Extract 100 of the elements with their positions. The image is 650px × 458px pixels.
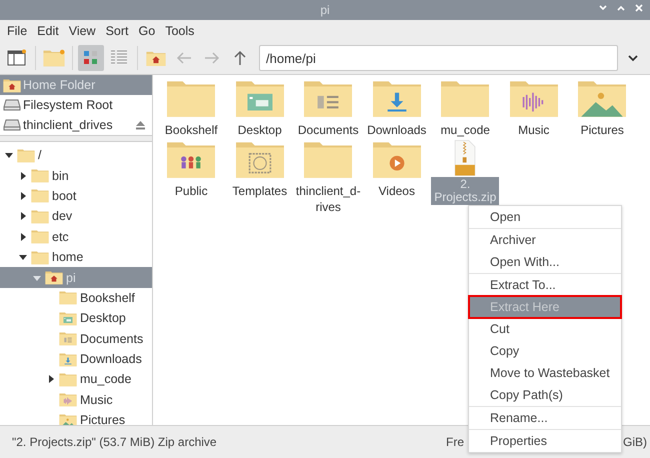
folder-icon bbox=[31, 188, 49, 204]
menu-item[interactable]: Cut bbox=[469, 318, 621, 340]
folder-icon bbox=[59, 310, 77, 326]
drive-icon bbox=[3, 98, 21, 112]
place-item[interactable]: Filesystem Root bbox=[0, 95, 152, 115]
new-folder-icon bbox=[43, 49, 65, 67]
tree-label: Desktop bbox=[80, 311, 126, 326]
menu-item[interactable]: Sort bbox=[100, 24, 134, 38]
menu-item[interactable]: File bbox=[2, 24, 32, 38]
tree-label: etc bbox=[52, 230, 69, 244]
tree-label: Pictures bbox=[80, 413, 126, 425]
tree-item[interactable]: boot bbox=[0, 186, 152, 206]
file-name[interactable]: Templates bbox=[226, 182, 294, 200]
close-icon[interactable] bbox=[634, 3, 644, 13]
tree-label: pi bbox=[66, 270, 76, 285]
menu-item[interactable]: Move to Wastebasket bbox=[469, 362, 621, 384]
collapsed-arrow-icon[interactable] bbox=[46, 374, 56, 384]
tree-item[interactable]: Bookshelf bbox=[0, 288, 152, 308]
status-text: Fre bbox=[446, 435, 464, 449]
menu-item[interactable]: Open With... bbox=[469, 251, 621, 273]
forward-arrow-icon bbox=[203, 51, 221, 65]
folder-icon bbox=[59, 331, 77, 346]
file-name[interactable]: thinclient_d-rives bbox=[294, 182, 362, 216]
place-label: Home Folder bbox=[23, 78, 96, 92]
menu-item[interactable]: Tools bbox=[160, 24, 200, 38]
back-arrow-icon bbox=[175, 51, 193, 65]
file-name[interactable]: Pictures bbox=[568, 121, 636, 139]
file-name[interactable]: Documents bbox=[294, 121, 362, 139]
icon-grid-icon bbox=[82, 49, 100, 67]
tree-item[interactable]: bin bbox=[0, 165, 152, 186]
collapsed-arrow-icon[interactable] bbox=[18, 170, 28, 181]
tree-item[interactable]: home bbox=[0, 246, 152, 268]
menu-item[interactable]: Rename... bbox=[469, 407, 621, 429]
folder-icon bbox=[31, 168, 49, 184]
eject-icon[interactable] bbox=[135, 120, 146, 130]
place-label: Filesystem Root bbox=[23, 98, 113, 112]
tree-item[interactable]: Desktop bbox=[0, 308, 152, 329]
home-folder-icon bbox=[146, 50, 166, 66]
tree-item[interactable]: mu_code bbox=[0, 369, 152, 390]
menu-item[interactable]: Edit bbox=[32, 24, 64, 38]
file-name[interactable]: Downloads bbox=[362, 121, 431, 139]
folder-icon bbox=[31, 229, 49, 244]
tree-item[interactable]: Music bbox=[0, 390, 152, 410]
tree-label: boot bbox=[52, 188, 76, 203]
tree-label: mu_code bbox=[80, 372, 132, 386]
menu-item[interactable]: Open bbox=[469, 206, 621, 228]
menu-item[interactable]: Extract To... bbox=[469, 274, 621, 296]
folder-icon bbox=[17, 148, 35, 163]
window-layout-icon bbox=[7, 49, 27, 67]
menu-item[interactable]: Copy Path(s) bbox=[469, 384, 621, 406]
folder-icon bbox=[31, 250, 49, 265]
folder-icon bbox=[59, 392, 77, 408]
folder-icon bbox=[59, 290, 77, 306]
folder-icon bbox=[31, 208, 49, 224]
file-name[interactable]: Bookshelf bbox=[157, 121, 226, 139]
chevron-down-icon bbox=[627, 54, 639, 62]
tree-label: Music bbox=[80, 392, 113, 407]
menu-item[interactable]: Go bbox=[134, 24, 160, 38]
tree-item[interactable]: etc bbox=[0, 226, 152, 247]
expanded-arrow-icon[interactable] bbox=[18, 252, 28, 262]
status-text: GiB) bbox=[623, 435, 647, 449]
tree-item[interactable]: Pictures bbox=[0, 410, 152, 425]
icon-view-button[interactable] bbox=[78, 45, 104, 71]
menu-item[interactable]: Copy bbox=[469, 340, 621, 362]
place-label: thinclient_drives bbox=[23, 118, 113, 132]
folder-icon bbox=[45, 270, 63, 286]
window-title: pi bbox=[320, 3, 330, 17]
minimize-icon[interactable] bbox=[598, 3, 608, 13]
folder-icon bbox=[59, 412, 77, 425]
file-name[interactable]: Videos bbox=[362, 182, 431, 200]
drive-icon bbox=[3, 118, 21, 132]
tree-item[interactable]: Downloads bbox=[0, 348, 152, 370]
collapsed-arrow-icon[interactable] bbox=[18, 232, 28, 242]
tree-label: / bbox=[38, 148, 42, 162]
tree-item[interactable]: / bbox=[0, 145, 152, 166]
tree-label: bin bbox=[52, 168, 69, 183]
tree-label: Downloads bbox=[80, 352, 142, 366]
collapsed-arrow-icon[interactable] bbox=[18, 211, 28, 222]
tree-item[interactable]: Documents bbox=[0, 328, 152, 349]
folder-icon bbox=[59, 352, 77, 367]
file-name[interactable]: Desktop bbox=[226, 121, 294, 139]
tree-label: Documents bbox=[80, 332, 144, 346]
tree-label: dev bbox=[52, 209, 72, 224]
path-field[interactable]: /home/pi bbox=[259, 45, 618, 71]
folder-icon bbox=[59, 372, 77, 387]
file-name[interactable]: mu_code bbox=[431, 121, 500, 139]
tree-label: Bookshelf bbox=[80, 290, 135, 305]
place-item[interactable]: thinclient_drives bbox=[0, 115, 152, 135]
home-folder-icon bbox=[3, 78, 21, 92]
file-name[interactable]: Music bbox=[500, 121, 568, 139]
maximize-icon[interactable] bbox=[616, 3, 626, 13]
menu-item[interactable]: Properties bbox=[469, 430, 621, 452]
status-text: "2. Projects.zip" (53.7 MiB) Zip archive bbox=[12, 435, 217, 449]
collapsed-arrow-icon[interactable] bbox=[18, 190, 28, 201]
up-arrow-icon bbox=[232, 49, 248, 67]
menu-item[interactable]: View bbox=[64, 24, 101, 38]
file-name[interactable]: Public bbox=[157, 182, 226, 200]
expanded-arrow-icon[interactable] bbox=[4, 150, 14, 160]
tree-item[interactable]: dev bbox=[0, 206, 152, 227]
menu-item[interactable]: Archiver bbox=[469, 229, 621, 251]
